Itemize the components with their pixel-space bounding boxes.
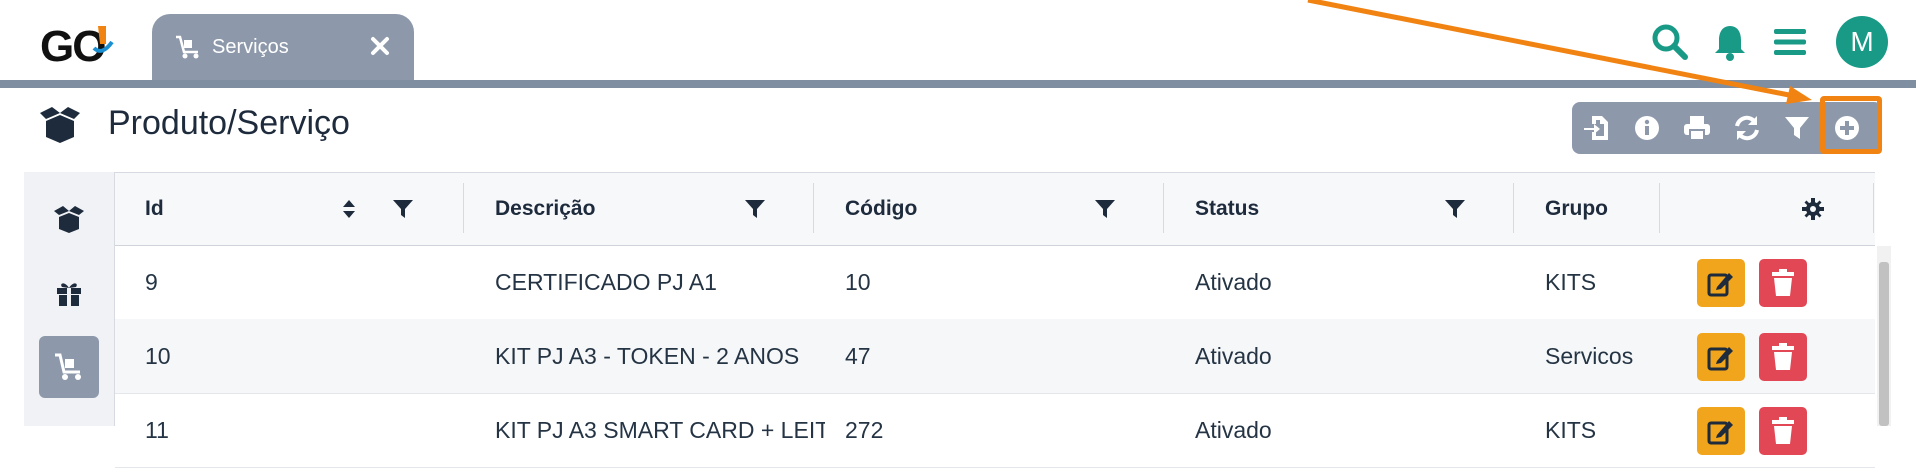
sidebar-item-services[interactable] bbox=[39, 336, 99, 398]
search-icon bbox=[1652, 24, 1688, 60]
edit-button[interactable] bbox=[1697, 333, 1745, 381]
column-header-id[interactable]: Id bbox=[145, 173, 164, 245]
side-nav bbox=[24, 172, 114, 426]
table-row[interactable]: 9 CERTIFICADO PJ A1 10 Ativado KITS bbox=[115, 245, 1875, 320]
notifications-button[interactable] bbox=[1710, 22, 1750, 62]
cell-descricao: KIT PJ A3 SMART CARD + LEIT bbox=[495, 416, 825, 443]
top-icons: M bbox=[1630, 16, 1888, 68]
filter-button[interactable] bbox=[1772, 102, 1822, 154]
gift-icon bbox=[57, 283, 81, 306]
trash-icon bbox=[1772, 269, 1794, 296]
hamburger-menu-icon bbox=[1774, 29, 1806, 55]
column-separator bbox=[1873, 183, 1874, 233]
cell-id: 11 bbox=[145, 416, 169, 443]
service-cart-icon bbox=[176, 35, 199, 59]
top-bar: GO Serviços M bbox=[0, 0, 1916, 80]
service-cart-icon bbox=[55, 353, 81, 380]
header-divider bbox=[0, 80, 1916, 88]
edit-icon bbox=[1707, 273, 1733, 297]
refresh-icon bbox=[1735, 115, 1759, 141]
page-title: Produto/Serviço bbox=[108, 104, 350, 142]
cell-status: Ativado bbox=[1195, 416, 1272, 443]
import-button[interactable] bbox=[1572, 102, 1622, 154]
grid-header: Id Descrição Código Status Grupo bbox=[115, 172, 1875, 246]
cell-status: Ativado bbox=[1195, 342, 1272, 369]
edit-icon bbox=[1707, 347, 1733, 371]
tab-servicos[interactable]: Serviços bbox=[152, 14, 414, 80]
highlight-box bbox=[1820, 96, 1882, 154]
sidebar-item-kits[interactable] bbox=[39, 262, 99, 324]
sort-icon[interactable] bbox=[337, 197, 361, 221]
logo-accent-icon bbox=[92, 26, 114, 53]
filter-icon bbox=[1785, 117, 1809, 139]
column-header-codigo[interactable]: Código bbox=[845, 173, 917, 245]
delete-button[interactable] bbox=[1759, 333, 1807, 381]
page-header: Produto/Serviço bbox=[38, 104, 350, 143]
cell-grupo: Servicos bbox=[1545, 342, 1634, 369]
sidebar-item-products[interactable] bbox=[39, 188, 99, 250]
column-separator bbox=[1659, 183, 1660, 233]
column-filter-icon[interactable] bbox=[1093, 197, 1117, 221]
import-icon bbox=[1584, 116, 1608, 140]
delete-button[interactable] bbox=[1759, 407, 1807, 455]
tab-label: Serviços bbox=[212, 35, 289, 58]
bell-icon bbox=[1715, 26, 1745, 61]
column-separator bbox=[1513, 183, 1514, 233]
column-filter-icon[interactable] bbox=[1443, 197, 1467, 221]
scrollbar-thumb[interactable] bbox=[1879, 262, 1889, 426]
user-avatar[interactable]: M bbox=[1836, 16, 1888, 68]
column-filter-icon[interactable] bbox=[743, 197, 767, 221]
app-logo[interactable]: GO bbox=[40, 22, 114, 72]
edit-button[interactable] bbox=[1697, 259, 1745, 307]
menu-button[interactable] bbox=[1770, 22, 1810, 62]
edit-icon bbox=[1707, 421, 1733, 445]
box-open-icon bbox=[40, 106, 80, 143]
cell-grupo: KITS bbox=[1545, 268, 1597, 295]
column-header-status[interactable]: Status bbox=[1195, 173, 1259, 245]
data-grid: Id Descrição Código Status Grupo 9 CERTI… bbox=[114, 172, 1891, 468]
close-icon[interactable] bbox=[368, 34, 392, 58]
print-icon bbox=[1684, 116, 1710, 141]
delete-button[interactable] bbox=[1759, 259, 1807, 307]
info-button[interactable] bbox=[1622, 102, 1672, 154]
print-button[interactable] bbox=[1672, 102, 1722, 154]
box-icon bbox=[54, 206, 84, 233]
gear-icon[interactable] bbox=[1801, 197, 1825, 221]
refresh-button[interactable] bbox=[1722, 102, 1772, 154]
cell-codigo: 47 bbox=[845, 342, 871, 369]
cell-id: 10 bbox=[145, 342, 171, 369]
cell-grupo: KITS bbox=[1545, 416, 1597, 443]
table-row[interactable]: 10 KIT PJ A3 - TOKEN - 2 ANOS 47 Ativado… bbox=[115, 319, 1875, 394]
cell-id: 9 bbox=[145, 268, 158, 295]
table-row[interactable]: 11 KIT PJ A3 SMART CARD + LEIT 272 Ativa… bbox=[115, 393, 1875, 468]
trash-icon bbox=[1772, 417, 1794, 444]
vertical-scrollbar[interactable] bbox=[1877, 246, 1891, 426]
column-header-grupo[interactable]: Grupo bbox=[1545, 173, 1608, 245]
column-filter-icon[interactable] bbox=[391, 197, 415, 221]
column-header-descricao[interactable]: Descrição bbox=[495, 173, 595, 245]
column-separator bbox=[813, 183, 814, 233]
cell-status: Ativado bbox=[1195, 268, 1272, 295]
search-button[interactable] bbox=[1650, 22, 1690, 62]
cell-codigo: 10 bbox=[845, 268, 871, 295]
cell-descricao: CERTIFICADO PJ A1 bbox=[495, 268, 717, 295]
cell-descricao: KIT PJ A3 - TOKEN - 2 ANOS bbox=[495, 342, 800, 369]
column-separator bbox=[463, 183, 464, 233]
info-icon bbox=[1635, 116, 1659, 140]
edit-button[interactable] bbox=[1697, 407, 1745, 455]
column-separator bbox=[1163, 183, 1164, 233]
trash-icon bbox=[1772, 343, 1794, 370]
cell-codigo: 272 bbox=[845, 416, 884, 443]
